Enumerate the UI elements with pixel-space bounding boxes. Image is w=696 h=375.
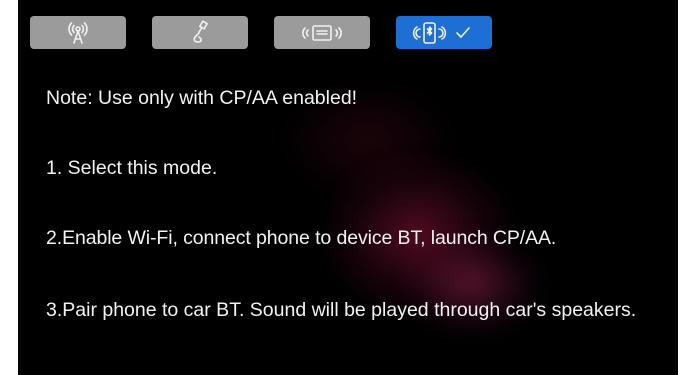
checkmark-icon (456, 26, 470, 38)
usb-cable-icon (193, 19, 208, 43)
mode-button-antenna[interactable] (30, 16, 126, 49)
step-2-text: 2.Enable Wi-Fi, connect phone to device … (46, 227, 557, 249)
mode-button-usb[interactable] (152, 16, 248, 49)
wireless-card-icon (302, 24, 342, 41)
step-3-text: 3.Pair phone to car BT. Sound will be pl… (46, 299, 637, 321)
antenna-icon (68, 21, 88, 44)
bluetooth-phone-icon (412, 21, 470, 44)
step-1-text: 1. Select this mode. (46, 157, 218, 179)
mode-button-wireless[interactable] (274, 16, 370, 49)
screen: Note: Use only with CP/AA enabled! 1. Se… (18, 0, 678, 375)
note-text: Note: Use only with CP/AA enabled! (46, 87, 358, 109)
mode-button-bluetooth-phone[interactable] (396, 16, 492, 49)
